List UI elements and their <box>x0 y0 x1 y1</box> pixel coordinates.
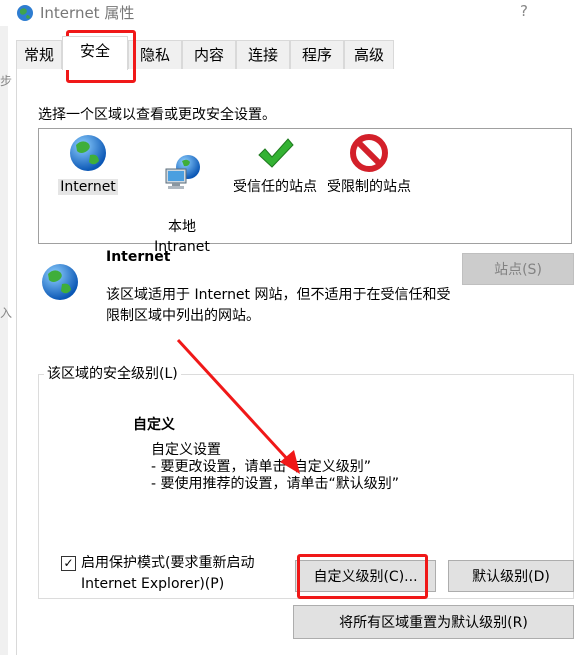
help-button[interactable]: ? <box>520 2 528 20</box>
title-bar: Internet 属性 ? <box>0 0 585 26</box>
tab-general[interactable]: 常规 <box>16 40 62 70</box>
window-title: Internet 属性 <box>40 4 135 22</box>
default-level-button[interactable]: 默认级别(D) <box>448 560 574 592</box>
tab-security[interactable]: 安全 <box>62 36 128 70</box>
zone-list[interactable]: Internet 本地 Intranet 受信任的站点 受限制的站点 <box>38 128 572 255</box>
zone-prompt: 选择一个区域以查看或更改安全设置。 <box>38 107 276 123</box>
custom-line-1: 自定义设置 <box>151 442 221 458</box>
zone-trusted-sites[interactable]: 受信任的站点 <box>229 133 321 197</box>
internet-options-icon <box>17 5 33 21</box>
custom-line-3: - 要使用推荐的设置，请单击“默认级别” <box>151 476 400 492</box>
custom-line-2: - 要更改设置，请单击“自定义级别” <box>151 459 372 475</box>
protected-mode-label[interactable]: 启用保护模式(要求重新启动 Internet Explorer)(P) <box>81 553 254 595</box>
background-glyph-top: 步 <box>0 74 13 88</box>
protected-mode-checkbox[interactable]: ✓ <box>61 556 76 571</box>
zone-restricted-sites-label: 受限制的站点 <box>327 179 411 195</box>
selected-zone-description: 该区域适用于 Internet 网站，但不适用于在受信任和受限制区域中列出的网站… <box>106 287 451 324</box>
tab-connections[interactable]: 连接 <box>236 40 290 70</box>
checkmark-icon <box>258 138 294 168</box>
tab-advanced[interactable]: 高级 <box>344 40 394 70</box>
background-window-strip: 步 入 <box>0 26 12 655</box>
intranet-icon <box>165 155 200 189</box>
security-level-legend: 该区域的安全级别(L) <box>44 363 181 383</box>
zone-restricted-sites[interactable]: 受限制的站点 <box>323 133 415 197</box>
custom-level-description: 自定义设置 - 要更改设置，请单击“自定义级别” - 要使用推荐的设置，请单击“… <box>151 442 399 493</box>
tab-privacy[interactable]: 隐私 <box>128 40 182 70</box>
reset-all-zones-button[interactable]: 将所有区域重置为默认级别(R) <box>293 605 574 639</box>
globe-icon <box>70 135 106 171</box>
background-glyph-bottom: 入 <box>0 306 13 320</box>
zone-trusted-sites-label: 受信任的站点 <box>233 179 317 195</box>
custom-level-button[interactable]: 自定义级别(C)... <box>295 560 436 592</box>
security-level-name: 自定义 <box>133 417 175 433</box>
restricted-icon <box>350 134 388 172</box>
zone-local-intranet[interactable]: 本地 Intranet <box>147 133 217 257</box>
zone-internet-label: Internet <box>58 179 118 195</box>
sites-button[interactable]: 站点(S) <box>462 253 574 285</box>
selected-zone-title: Internet <box>106 249 171 265</box>
selected-zone-globe-icon <box>42 264 78 300</box>
zone-internet[interactable]: Internet <box>57 133 119 197</box>
tab-programs[interactable]: 程序 <box>290 40 344 70</box>
tab-content[interactable]: 内容 <box>182 40 236 70</box>
